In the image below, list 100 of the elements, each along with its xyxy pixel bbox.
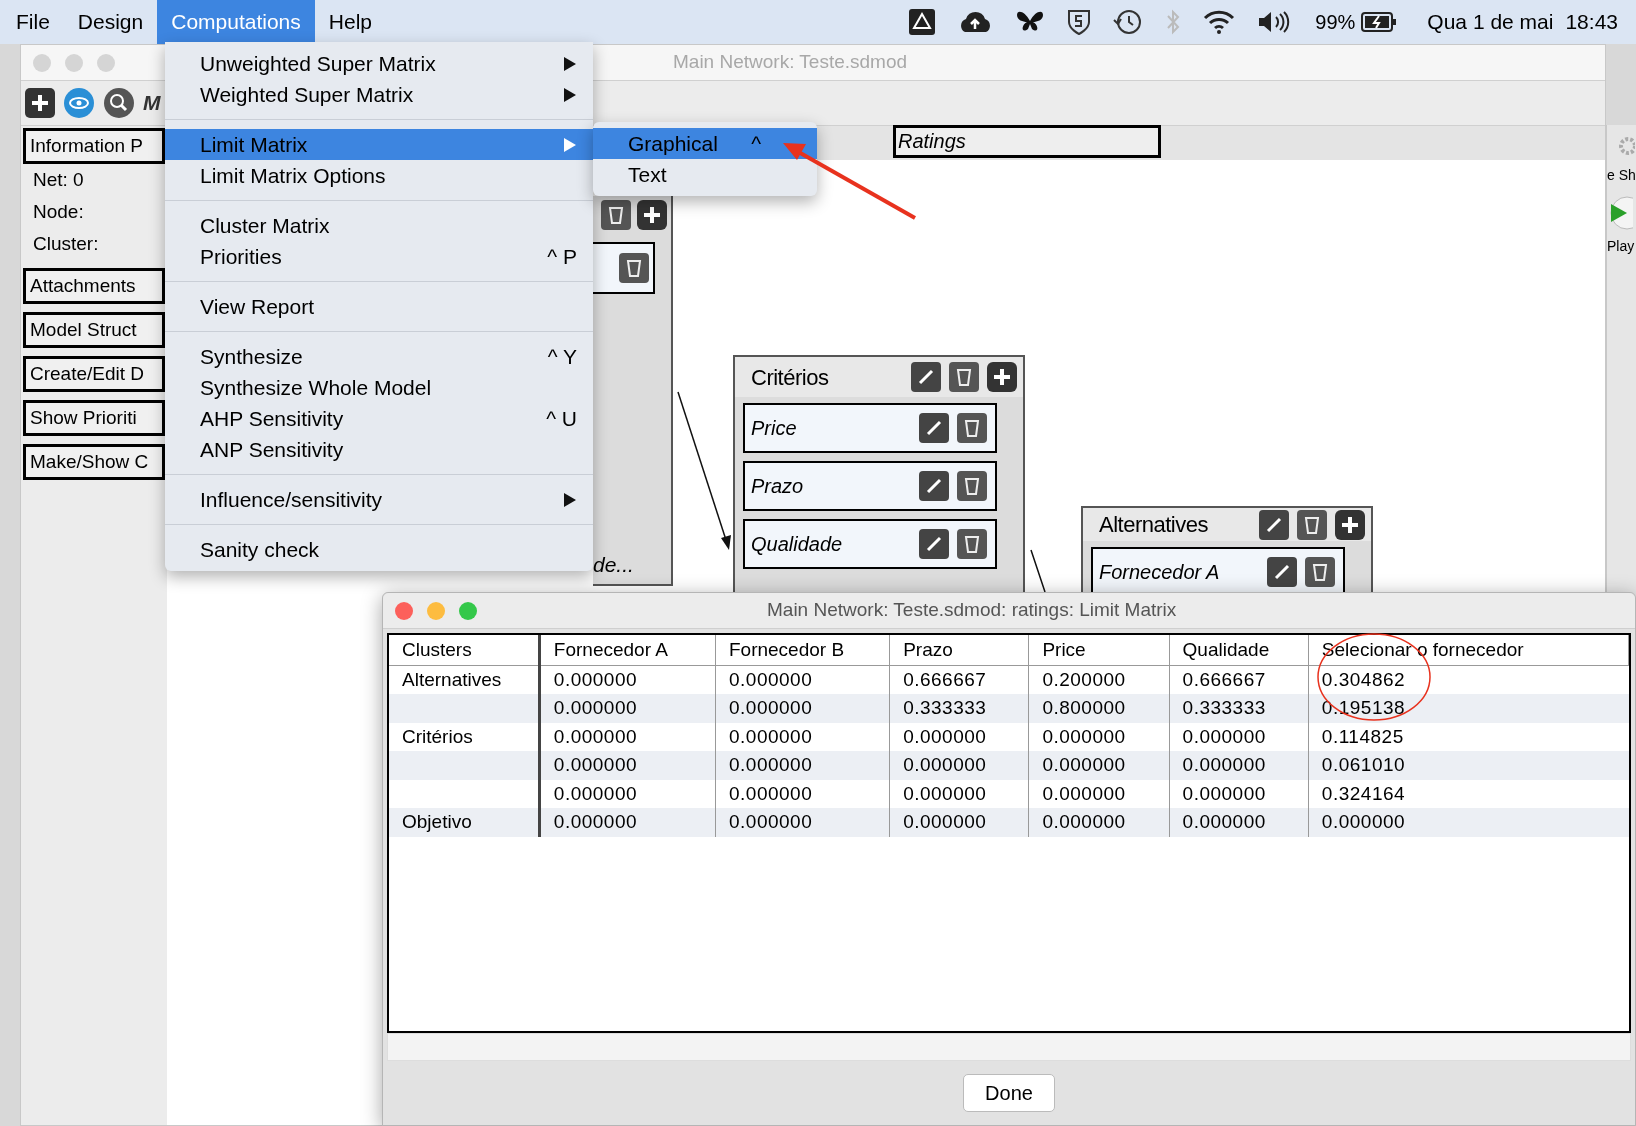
edit-icon[interactable] [919,413,949,443]
menu-item[interactable]: View Report [165,291,593,322]
edit-icon[interactable] [911,362,941,392]
menu-item[interactable]: Synthesize Whole Model [165,372,593,403]
panel-button[interactable]: Make/Show C [23,444,165,480]
table-cell: 0.000000 [889,751,1029,780]
table-cell: 0.000000 [715,665,890,694]
row-header: Critérios [402,725,473,747]
column-header[interactable]: Prazo [889,635,1029,665]
menu-item[interactable]: Limit Matrix [165,129,593,160]
clock-icon[interactable] [1113,8,1144,36]
cluster-title: Alternatives [1099,511,1208,539]
clock-time: 18:43 [1565,9,1618,36]
menu-item[interactable]: Help [314,0,386,44]
panel-button[interactable]: Show Prioriti [23,400,165,436]
table-cell: 0.000000 [889,808,1029,837]
wifi-icon[interactable] [1203,9,1236,35]
menu-item[interactable]: Graphical ^ [593,128,817,159]
table-cell: 0.000000 [1169,722,1309,751]
menu-item[interactable]: Influence/sensitivity [165,484,593,515]
magnifier-icon[interactable] [103,87,135,119]
menu-item[interactable]: Priorities ^ P [165,241,593,272]
trash-icon[interactable] [1305,557,1335,587]
edit-icon[interactable] [1259,509,1289,540]
table-cell: 0.324164 [1308,779,1629,808]
trash-icon[interactable] [1297,509,1327,540]
table-cell: 0.000000 [1169,779,1309,808]
window-control[interactable] [395,601,413,620]
shortcut-label: ^ P [547,243,577,270]
table-cell: 0.000000 [715,779,890,808]
plus-icon[interactable] [637,200,667,230]
panel-button[interactable]: Information P [23,128,165,164]
ratings-tab[interactable]: Ratings [893,125,1161,158]
shield-icon[interactable] [1067,8,1092,36]
plus-icon[interactable] [987,362,1017,392]
info-label: Node: [32,200,85,224]
edit-icon[interactable] [919,471,949,501]
table-cell: 0.666667 [889,665,1029,694]
info-label: Net: 0 [32,168,85,192]
table-cell: 0.304862 [1308,665,1629,694]
play-icon[interactable] [1607,196,1633,230]
table-cell: 0.000000 [1028,779,1170,808]
menu-item[interactable]: File [2,0,64,44]
play-label: Play [1607,237,1635,256]
trash-icon[interactable] [957,413,987,443]
battery-icon[interactable] [1361,11,1398,33]
menu-item[interactable]: Limit Matrix Options [165,160,593,191]
panel-button[interactable]: Model Struct [23,312,165,348]
menu-item[interactable]: Design [63,0,158,44]
menu-item[interactable]: Text [593,159,817,190]
table-cell: 0.000000 [715,751,890,780]
table-cell: 0.000000 [539,779,716,808]
node-label: Qualidade [751,532,843,557]
cluster-title: Critérios [751,363,829,392]
column-header[interactable]: Fornecedor B [715,635,890,665]
menu-item[interactable]: Computations [157,0,315,44]
node-box[interactable]: Qualidade [743,519,997,569]
menu-item[interactable]: Weighted Super Matrix [165,79,593,110]
menu-item[interactable]: Synthesize ^ Y [165,341,593,372]
node-box[interactable]: Price [743,403,997,453]
edit-icon[interactable] [919,529,949,559]
trash-icon[interactable] [619,253,649,283]
panel-button[interactable]: Attachments [23,268,165,304]
menu-item[interactable]: ANP Sensitivity [165,434,593,465]
menu-item[interactable]: Unweighted Super Matrix [165,48,593,79]
table-cell: 0.000000 [539,694,716,723]
trash-icon[interactable] [957,471,987,501]
eye-icon[interactable] [63,87,95,119]
connector-line [1030,549,1046,593]
table-cell: 0.000000 [539,665,716,694]
column-header[interactable]: Price [1028,635,1170,665]
clock-date: Qua 1 de mai [1427,9,1554,36]
edit-icon[interactable] [1267,557,1297,587]
plus-icon[interactable] [1335,509,1365,540]
table-cell: 0.333333 [889,694,1029,723]
battery-percentage: 99% [1315,10,1356,35]
panel-label: e Sh [1607,166,1636,185]
node-label: Fornecedor A [1099,560,1220,585]
done-button[interactable]: Done [963,1074,1055,1112]
toolbar-label: M [143,90,161,117]
menu-item[interactable]: AHP Sensitivity ^ U [165,403,593,434]
drive-icon[interactable] [909,9,936,35]
table-cell: 0.000000 [539,722,716,751]
window-title: Main Network: Teste.sdmod: ratings: Limit Matrix [767,598,1177,623]
table-cell: 0.200000 [1028,665,1170,694]
node-box[interactable]: Prazo [743,461,997,511]
node-box[interactable]: Fornecedor A [1091,547,1345,592]
menu-item[interactable]: Sanity check [165,534,593,565]
trash-icon[interactable] [957,529,987,559]
column-header[interactable]: Fornecedor A [539,635,716,665]
menu-item[interactable]: Cluster Matrix [165,210,593,241]
column-header[interactable]: Qualidade [1169,635,1309,665]
table-cell: 0.000000 [1308,808,1629,837]
trash-icon[interactable] [601,200,631,230]
trash-icon[interactable] [949,362,979,392]
row-header: Alternatives [402,668,502,690]
panel-button[interactable]: Create/Edit D [23,356,165,392]
shortcut-label: ^ Y [547,343,577,370]
table-cell: 0.000000 [889,779,1029,808]
add-icon[interactable] [25,88,55,118]
